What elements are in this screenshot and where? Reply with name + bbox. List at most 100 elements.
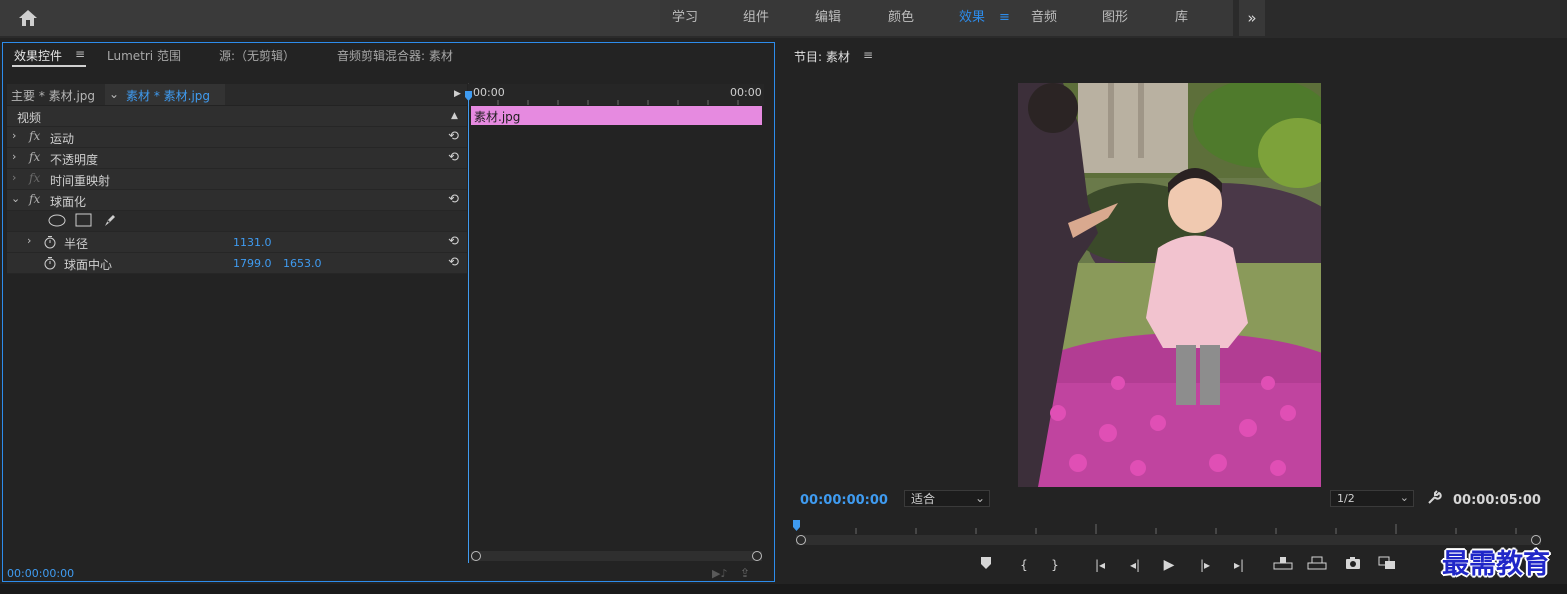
chevron-down-icon: ⌄ xyxy=(974,491,985,505)
active-tab-underline xyxy=(12,65,86,67)
step-forward-icon[interactable]: |▸ xyxy=(1195,556,1215,574)
resolution-value: 1/2 xyxy=(1337,492,1355,505)
reset-icon[interactable]: ⟲ xyxy=(448,150,459,165)
export-frame-icon[interactable] xyxy=(1343,556,1363,574)
mark-out-icon[interactable]: } xyxy=(1045,556,1065,574)
stopwatch-icon[interactable] xyxy=(43,235,57,252)
workspace-bar: 学习 组件 编辑 颜色 效果 ≡ 音频 图形 库 xyxy=(660,0,1233,36)
center-x-value[interactable]: 1799.0 xyxy=(233,257,272,270)
scroll-handle-left[interactable] xyxy=(471,551,481,561)
effect-controls-timecode[interactable]: 00:00:00:00 xyxy=(7,567,74,580)
center-y-value[interactable]: 1653.0 xyxy=(283,257,322,270)
go-to-out-icon[interactable]: ▸| xyxy=(1229,556,1249,574)
program-time-ruler[interactable] xyxy=(796,520,1541,534)
effect-controls-panel: 效果控件 ≡ Lumetri 范围 源:（无剪辑） 音频剪辑混合器: 素材 主要… xyxy=(2,42,775,582)
workspace-menu-icon[interactable]: ≡ xyxy=(999,0,1010,36)
export-icon[interactable]: ⇪ xyxy=(740,566,750,580)
expand-chevron-icon[interactable]: › xyxy=(12,150,16,163)
radius-value[interactable]: 1131.0 xyxy=(233,236,272,249)
program-menu-icon[interactable]: ≡ xyxy=(863,48,873,62)
collapse-up-icon[interactable]: ▲ xyxy=(451,111,458,121)
program-zoom-scrollbar[interactable] xyxy=(796,535,1541,545)
marker-icon[interactable] xyxy=(976,556,996,574)
program-duration: 00:00:05:00 xyxy=(1453,493,1541,508)
fx-icon: fx xyxy=(29,171,41,185)
source-row: 主要 * 素材.jpg ⌄ 素材 * 素材.jpg ▶ xyxy=(7,84,467,105)
video-section-header: 视频 ▲ xyxy=(7,106,467,127)
reset-icon[interactable]: ⟲ xyxy=(448,234,459,249)
master-clip-label[interactable]: 主要 * 素材.jpg xyxy=(11,87,95,104)
workspace-more-icon[interactable]: » xyxy=(1239,0,1265,36)
audio-solo-icon[interactable]: ▶♪ xyxy=(712,567,727,580)
workspace-tab-color[interactable]: 颜色 xyxy=(888,0,914,36)
effect-row-time-remap[interactable]: › fx 时间重映射 xyxy=(7,169,467,190)
reset-icon[interactable]: ⟲ xyxy=(448,192,459,207)
video-section-label: 视频 xyxy=(17,111,42,125)
extract-icon[interactable] xyxy=(1307,556,1327,574)
param-row-center[interactable]: 球面中心 1799.0 1653.0 ⟲ xyxy=(7,253,467,274)
reset-icon[interactable]: ⟲ xyxy=(448,129,459,144)
zoom-value: 适合 xyxy=(911,492,936,506)
collapse-chevron-icon[interactable]: ⌄ xyxy=(11,192,20,205)
pen-mask-icon[interactable] xyxy=(102,212,118,231)
effect-row-opacity[interactable]: › fx 不透明度 ⟲ xyxy=(7,148,467,169)
program-video-frame[interactable] xyxy=(1018,83,1321,487)
effect-row-spherize[interactable]: ⌄ fx 球面化 ⟲ xyxy=(7,190,467,211)
tab-audio-clip-mixer[interactable]: 音频剪辑混合器: 素材 xyxy=(337,47,453,64)
stopwatch-icon[interactable] xyxy=(43,256,57,273)
step-back-icon[interactable]: ◂| xyxy=(1125,556,1145,574)
panel-menu-icon[interactable]: ≡ xyxy=(75,47,85,61)
effect-label: 球面化 xyxy=(50,195,87,209)
workspace-tab-libraries[interactable]: 库 xyxy=(1175,0,1188,36)
fx-icon[interactable]: fx xyxy=(29,192,40,206)
program-playhead-icon[interactable] xyxy=(793,520,800,531)
workspace-tab-learn[interactable]: 学习 xyxy=(672,0,698,36)
param-label: 球面中心 xyxy=(64,258,113,272)
mask-tools-row xyxy=(7,211,467,232)
wrench-icon[interactable] xyxy=(1426,490,1442,509)
tab-effect-controls[interactable]: 效果控件 xyxy=(14,47,62,64)
workspace-tab-assembly[interactable]: 组件 xyxy=(743,0,769,36)
expand-chevron-icon[interactable]: › xyxy=(12,171,16,184)
home-icon[interactable] xyxy=(17,8,39,28)
effect-row-motion[interactable]: › fx 运动 ⟲ xyxy=(7,127,467,148)
play-icon[interactable]: ▶ xyxy=(1159,556,1179,574)
lift-icon[interactable] xyxy=(1273,556,1293,574)
workspace-tab-audio[interactable]: 音频 xyxy=(1031,0,1057,36)
timeline-scrollbar[interactable] xyxy=(471,551,762,561)
clip-label: 素材.jpg xyxy=(474,110,521,124)
fx-icon[interactable]: fx xyxy=(29,129,40,143)
rectangle-mask-icon[interactable] xyxy=(75,213,92,230)
scroll-handle-right[interactable] xyxy=(752,551,762,561)
mark-in-icon[interactable]: { xyxy=(1014,556,1034,574)
effect-label: 运动 xyxy=(50,132,75,146)
clip-bar[interactable]: 素材.jpg xyxy=(471,106,762,125)
param-row-radius[interactable]: › 半径 1131.0 ⟲ xyxy=(7,232,467,253)
workspace-tab-effects[interactable]: 效果 xyxy=(959,0,985,36)
chevron-down-icon: ⌄ xyxy=(109,87,120,101)
tab-source[interactable]: 源:（无剪辑） xyxy=(219,47,295,64)
ellipse-mask-icon[interactable] xyxy=(48,214,66,230)
resolution-select[interactable]: 1/2 ⌄ xyxy=(1330,490,1414,507)
reset-icon[interactable]: ⟲ xyxy=(448,255,459,270)
play-triangle-icon[interactable]: ▶ xyxy=(454,89,461,99)
workspace-tab-editing[interactable]: 编辑 xyxy=(815,0,841,36)
tab-program[interactable]: 节目: 素材 xyxy=(794,48,850,65)
fx-icon[interactable]: fx xyxy=(29,150,40,164)
program-current-time[interactable]: 00:00:00:00 xyxy=(800,493,888,508)
workspace-tab-graphics[interactable]: 图形 xyxy=(1102,0,1128,36)
zoom-select[interactable]: 适合 ⌄ xyxy=(904,490,990,507)
playhead-line xyxy=(468,93,469,563)
program-monitor-panel: 节目: 素材 ≡ 00:00:00:00 适合 ⌄ 1/2 ⌄ 00:00:05… xyxy=(782,42,1565,582)
scroll-handle-left[interactable] xyxy=(796,535,806,545)
effect-label: 时间重映射 xyxy=(50,174,111,188)
param-label: 半径 xyxy=(64,237,89,251)
effect-label: 不透明度 xyxy=(50,153,99,167)
compare-icon[interactable] xyxy=(1377,556,1397,574)
go-to-in-icon[interactable]: |◂ xyxy=(1090,556,1110,574)
expand-chevron-icon[interactable]: › xyxy=(27,234,31,247)
effect-timeline-ruler[interactable]: 00:00 00:00 xyxy=(468,84,764,105)
clip-selector[interactable]: ⌄ 素材 * 素材.jpg xyxy=(105,84,225,105)
tab-lumetri-scopes[interactable]: Lumetri 范围 xyxy=(107,47,181,64)
expand-chevron-icon[interactable]: › xyxy=(12,129,16,142)
